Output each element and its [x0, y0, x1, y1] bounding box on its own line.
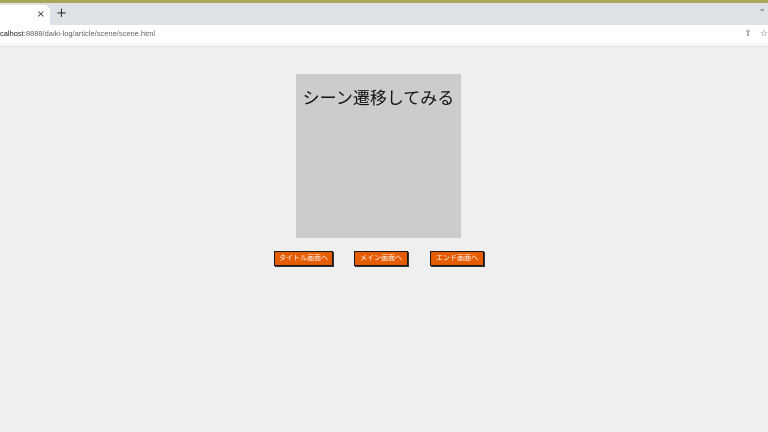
close-icon[interactable]: × [37, 7, 45, 23]
url-host: calhost [0, 29, 24, 38]
tab-strip: × + ⌄ [0, 3, 768, 25]
new-tab-icon[interactable]: + [56, 5, 67, 23]
main-screen-button[interactable]: メイン画面へ [354, 251, 408, 266]
chevron-down-icon[interactable]: ⌄ [758, 3, 766, 15]
active-tab[interactable]: × [0, 5, 50, 25]
title-screen-button[interactable]: タイトル画面へ [274, 251, 333, 266]
browser-toolbar: calhost:8888/daiki-log/article/scene/sce… [0, 25, 768, 43]
toolbar-actions: ⇪ ☆ [744, 26, 768, 42]
url-path: :8888/daiki-log/article/scene/scene.html [23, 29, 156, 38]
share-icon[interactable]: ⇪ [744, 29, 752, 39]
scene-title: シーン遷移してみる [302, 89, 455, 109]
end-screen-button[interactable]: エンド画面へ [430, 251, 484, 266]
scene-canvas: シーン遷移してみる [296, 74, 461, 238]
toolbar-divider [0, 43, 768, 47]
star-icon[interactable]: ☆ [760, 29, 768, 39]
address-bar[interactable]: calhost:8888/daiki-log/article/scene/sce… [0, 27, 155, 41]
